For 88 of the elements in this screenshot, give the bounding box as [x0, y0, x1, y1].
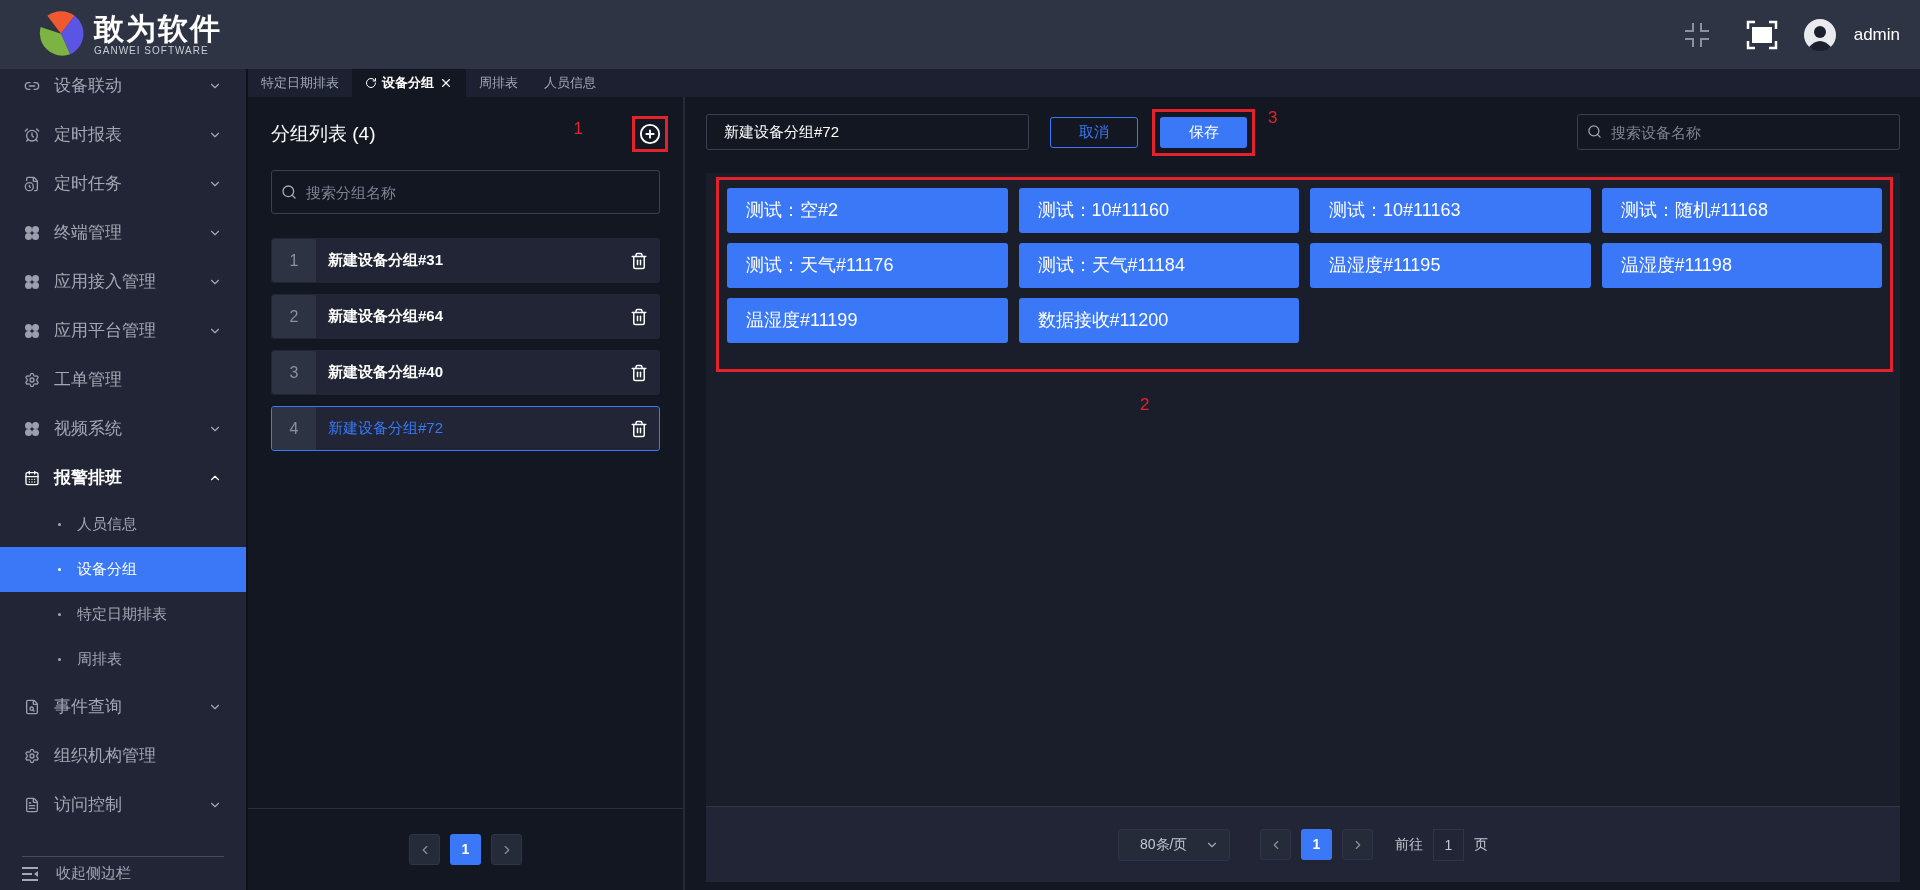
annotation-number: 2 — [1140, 395, 1150, 414]
gear-icon — [24, 747, 40, 764]
device-tag[interactable]: 测试：天气#11184 — [1018, 243, 1299, 288]
close-icon[interactable] — [439, 76, 453, 90]
device-tag[interactable]: 测试：10#11163 — [1310, 188, 1591, 233]
bullet-icon — [58, 613, 61, 616]
row-index: 3 — [272, 351, 316, 394]
group-row[interactable]: 4 新建设备分组#72 — [271, 406, 660, 451]
panel-title: 分组列表 (4) — [271, 121, 377, 146]
cancel-button[interactable]: 取消 — [1050, 116, 1138, 148]
tab[interactable]: 周排表 — [466, 69, 531, 97]
device-tag[interactable]: 测试：随机#11168 — [1601, 188, 1882, 233]
page-size-select[interactable]: 80条/页 — [1118, 828, 1230, 861]
sidebar-item[interactable]: 组织机构管理 — [0, 731, 246, 780]
add-icon[interactable] — [639, 123, 661, 145]
bullet-icon — [58, 568, 61, 571]
logo-subtitle: GANWEI SOFTWARE — [94, 45, 210, 56]
sidebar-item[interactable]: 访问控制 — [0, 780, 246, 829]
delete-icon[interactable] — [630, 307, 648, 326]
row-index: 2 — [272, 295, 316, 338]
row-index: 4 — [272, 407, 316, 450]
group-search-field[interactable]: 搜索分组名称 — [271, 170, 660, 214]
sidebar-subitem[interactable]: 设备分组 — [0, 547, 246, 592]
file-clock-icon — [24, 175, 40, 192]
group-name: 新建设备分组#72 — [328, 418, 445, 439]
device-tag[interactable]: 温湿度#11199 — [727, 298, 1008, 343]
sidebar-item[interactable]: 应用接入管理 — [0, 257, 246, 306]
delete-icon[interactable] — [630, 251, 648, 270]
group-row[interactable]: 3 新建设备分组#40 — [271, 350, 660, 395]
device-tag[interactable]: 测试：10#11160 — [1018, 188, 1299, 233]
logo-title: 敢为软件 — [94, 13, 222, 44]
group-row[interactable]: 2 新建设备分组#64 — [271, 294, 660, 339]
sidebar-item[interactable]: 设备联动 — [0, 61, 246, 110]
bullet-icon — [58, 658, 61, 661]
device-tag[interactable]: 测试：天气#11176 — [727, 243, 1008, 288]
delete-icon[interactable] — [630, 363, 648, 382]
group-row[interactable]: 1 新建设备分组#31 — [271, 238, 660, 283]
device-tag[interactable]: 温湿度#11195 — [1310, 243, 1591, 288]
tab[interactable]: 特定日期排表 — [248, 69, 352, 97]
page-number[interactable]: 1 — [1301, 829, 1332, 860]
goto-label: 前往 — [1395, 835, 1423, 854]
device-search-field[interactable]: 搜索设备名称 — [1577, 114, 1900, 150]
document-icon — [24, 796, 40, 813]
sidebar-item[interactable]: 报警排班 — [0, 453, 246, 502]
group-name: 新建设备分组#31 — [328, 250, 445, 271]
calendar-icon — [24, 469, 40, 486]
annotation-number: 1 — [573, 118, 583, 141]
annotation-number: 3 — [1268, 107, 1278, 129]
gear-icon — [24, 371, 40, 388]
search-icon — [281, 184, 297, 200]
clover-icon — [24, 224, 40, 241]
sidebar-subitem[interactable]: 特定日期排表 — [0, 592, 246, 637]
clover-icon — [24, 420, 40, 437]
fullscreen-icon[interactable] — [1745, 19, 1778, 50]
device-tag[interactable]: 测试：空#2 — [727, 188, 1008, 233]
delete-icon[interactable] — [630, 419, 648, 438]
search-icon — [1587, 124, 1602, 139]
refresh-icon[interactable] — [365, 77, 377, 89]
clover-icon — [24, 322, 40, 339]
sidebar-item[interactable]: 定时报表 — [0, 110, 246, 159]
tab[interactable]: 设备分组 — [352, 69, 466, 97]
row-index: 1 — [272, 239, 316, 282]
sidebar-item[interactable]: 终端管理 — [0, 208, 246, 257]
group-name: 新建设备分组#40 — [328, 362, 445, 383]
group-name: 新建设备分组#64 — [328, 306, 445, 327]
avatar-icon[interactable] — [1803, 18, 1836, 51]
device-tag[interactable]: 数据接收#11200 — [1018, 298, 1299, 343]
page-unit: 页 — [1474, 835, 1488, 854]
collapse-menu-icon — [22, 866, 38, 881]
group-name-field[interactable]: 新建设备分组#72 — [706, 114, 1029, 150]
file-search-icon — [24, 698, 40, 715]
page-number[interactable]: 1 — [450, 834, 481, 865]
sidebar-subitem[interactable]: 周排表 — [0, 637, 246, 682]
sidebar-item[interactable]: 应用平台管理 — [0, 306, 246, 355]
alarm-clock-icon — [24, 126, 40, 143]
collapse-sidebar-button[interactable]: 收起侧边栏 — [22, 856, 224, 890]
goto-page-field[interactable]: 1 — [1433, 828, 1464, 861]
sidebar-subitem[interactable]: 人员信息 — [0, 502, 246, 547]
bullet-icon — [58, 523, 61, 526]
tab[interactable]: 人员信息 — [531, 69, 609, 97]
clover-icon — [24, 273, 40, 290]
sidebar-item[interactable]: 定时任务 — [0, 159, 246, 208]
device-tag[interactable]: 温湿度#11198 — [1601, 243, 1882, 288]
save-button[interactable]: 保存 — [1160, 116, 1247, 148]
sidebar-item[interactable]: 视频系统 — [0, 404, 246, 453]
sidebar-item[interactable]: 事件查询 — [0, 682, 246, 731]
username[interactable]: admin — [1853, 21, 1900, 48]
sidebar-item[interactable]: 工单管理 — [0, 355, 246, 404]
